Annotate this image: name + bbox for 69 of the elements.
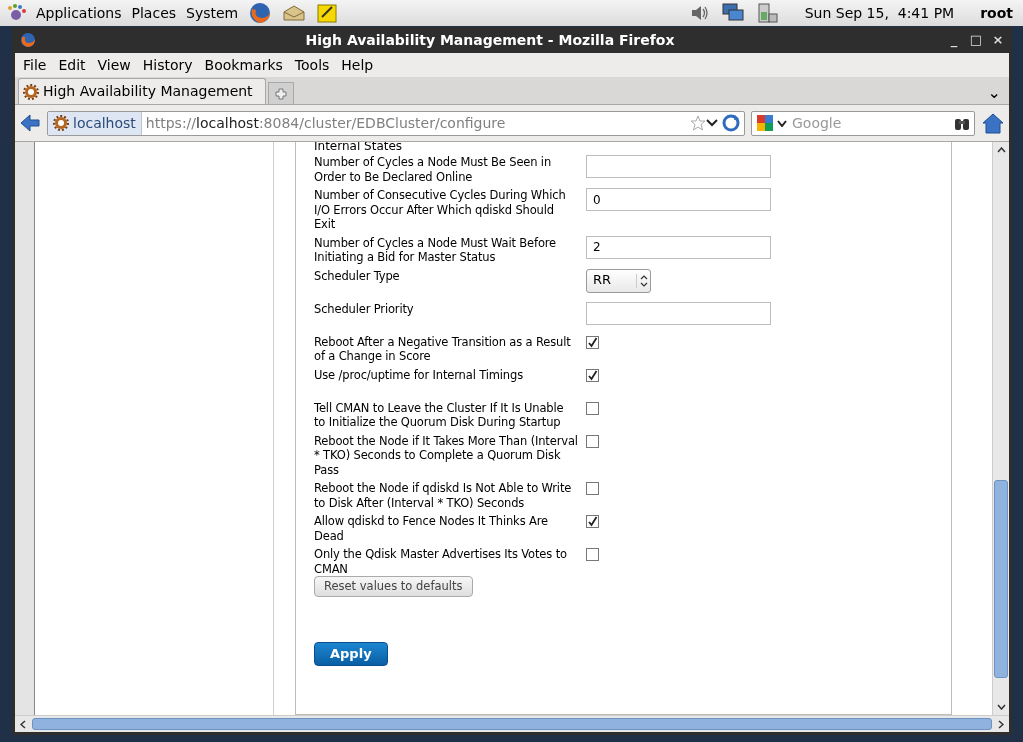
notepad-icon[interactable] [316,2,339,24]
gear-icon [53,115,69,131]
plus-icon [275,87,287,100]
foot-icon[interactable] [6,3,26,23]
firefox-icon[interactable] [248,1,273,25]
scroll-up-icon[interactable] [996,147,1006,153]
minimize-button[interactable]: _ [943,30,965,50]
horizontal-scrollbar[interactable] [15,715,1009,732]
caret-icon[interactable] [706,119,718,127]
checkbox[interactable] [586,401,599,415]
panel-menu[interactable]: Applications [36,2,122,24]
field-label: Reboot the Node if qdiskd Is Not Able to Write to Disk After (Interval * TKO) Seconds [314,481,573,510]
menu-item[interactable]: Help [335,54,380,76]
address-bar[interactable]: localhost https://localhost:8084/cluster/EDBCluster/configure [47,110,745,136]
clock: Sun Sep 15, 4:41 PM [804,3,955,23]
scroll-down-icon[interactable] [996,704,1006,710]
tab-list-button[interactable]: ⌄ [987,86,1001,100]
gear-icon [23,83,39,100]
panel-menu[interactable]: System [186,2,239,24]
field-label: Scheduler Priority [314,301,415,318]
url-text[interactable]: https://localhost:8084/cluster/EDBCluster/configure [145,112,690,134]
checkbox[interactable] [586,548,599,561]
field-label: Scheduler Type [314,268,401,285]
input-field[interactable] [586,155,771,178]
menu-item[interactable]: Edit [52,54,92,76]
caret-icon[interactable] [777,119,787,127]
menu-item[interactable]: File [17,54,53,76]
home-icon[interactable] [981,112,1005,134]
checkbox[interactable] [586,515,599,528]
field-label: Use /proc/uptime for Internal Timings [314,367,524,384]
scroll-right-icon[interactable] [998,719,1004,729]
checkbox[interactable] [586,434,599,448]
field-label: Reboot After a Negative Transition as a Result of a Change in Score [314,334,572,364]
checkbox[interactable] [586,335,599,349]
menu-item[interactable]: View [91,54,137,76]
close-button[interactable]: × [987,30,1009,50]
checkbox[interactable] [586,368,599,382]
updown-icon [636,272,650,289]
panel-menu[interactable]: Places [131,2,177,24]
apply-button[interactable]: Apply [314,641,388,666]
search-bar[interactable]: Google [751,110,975,136]
maximize-button[interactable]: □ [965,30,987,50]
field-label: Number of Cycles a Node Must Wait Before Initiating a Bid for Master Status [314,235,558,265]
reload-icon[interactable] [721,114,741,132]
field-label: Only the Qdisk Master Advertises Its Votes to CMAN [314,547,568,576]
scheduler-select[interactable]: RR [586,268,651,293]
network-icon[interactable] [720,2,745,24]
menu-item[interactable]: Tools [288,54,336,76]
search-engine-icon[interactable] [756,114,774,132]
input-field[interactable]: 0 [586,188,771,211]
field-label: Reboot the Node if It Takes More Than (Interval * TKO) Seconds to Complete a Quorum Disk Pass [314,433,579,477]
firefox-icon[interactable] [19,31,37,49]
field-label: Tell CMAN to Leave the Cluster If It Is Unable to Initialize the Quorum Disk During Startup [314,400,565,430]
menu-item[interactable]: History [136,54,199,76]
window-title: High Availability Management - Mozilla Firefox [304,30,676,50]
back-arrow-icon[interactable] [19,113,41,133]
scroll-left-icon[interactable] [20,719,26,729]
input-field[interactable]: 2 [586,235,771,259]
browser-tab[interactable]: High Availability Management [18,78,266,104]
field-label: Allow qdiskd to Fence Nodes It Thinks Are Dead [314,514,549,543]
vertical-scrollbar[interactable] [992,142,1009,715]
field-label: Number of Consecutive Cycles During Which I/O Errors Occur After Which qdiskd Should Exit [314,188,567,232]
input-field[interactable] [586,301,771,325]
reset-button[interactable]: Reset values to defaults [314,576,473,597]
checkbox[interactable] [586,482,599,495]
star-icon[interactable] [690,115,706,131]
user-name[interactable]: root [980,2,1013,24]
field-label: Number of Cycles a Node Must Be Seen in Order to Be Declared Online [314,155,553,184]
menu-item[interactable]: Bookmarks [198,54,289,76]
